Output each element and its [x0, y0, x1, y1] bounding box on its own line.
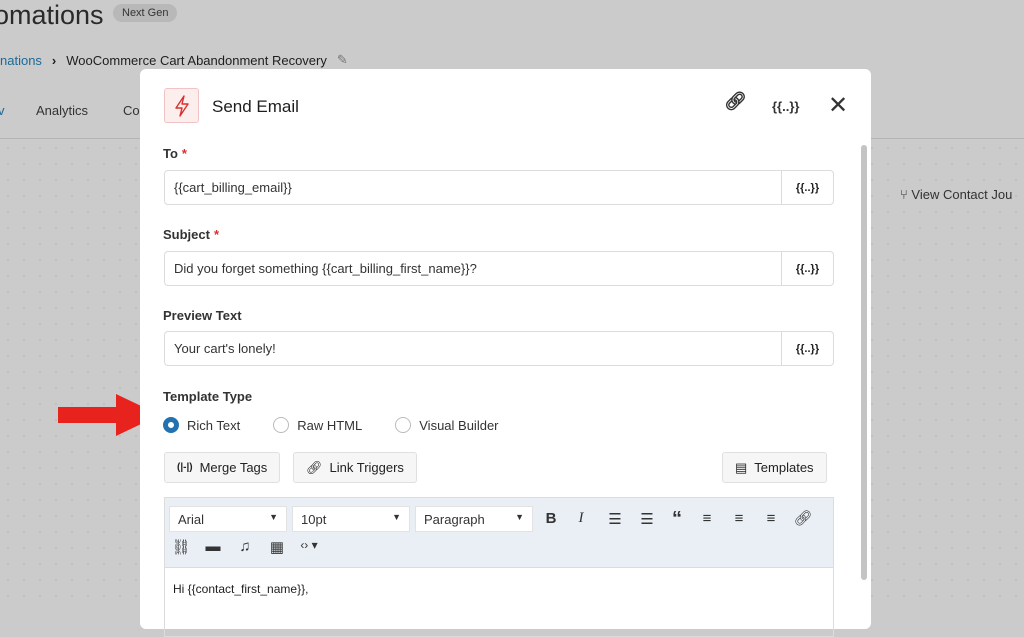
close-icon[interactable]: ✕ [828, 91, 848, 120]
templates-button[interactable]: ▤ Templates [722, 452, 827, 483]
modal-title: Send Email [212, 97, 299, 116]
branch-icon: ⑂ [900, 187, 912, 202]
preview-text-field[interactable]: Your cart's lonely! {{..}} [164, 331, 834, 366]
numbered-list-icon[interactable]: ☰ [637, 510, 657, 528]
merge-tags-icon[interactable]: {{..}} [772, 99, 799, 114]
template-icon: ▤ [735, 459, 748, 475]
to-label: To * [163, 146, 187, 161]
editor-toolbar: Arial ▼ 10pt ▼ Paragraph ▼ B I ☰ ☰ “ ≡ ≡ ≡ … [165, 498, 833, 568]
template-type-label: Template Type [163, 389, 253, 404]
tab-co[interactable]: Co [123, 103, 140, 118]
table-icon[interactable]: ▦ [267, 538, 287, 556]
to-field[interactable]: {{cart_billing_email}} {{..}} [164, 170, 834, 205]
code-icon[interactable]: ‹› ▾ [299, 538, 319, 552]
editor-content[interactable]: Hi {{contact_first_name}}, [165, 568, 833, 610]
tab-workflow[interactable]: v [0, 103, 5, 118]
preview-text-label: Preview Text [163, 308, 242, 323]
subject-label: Subject * [163, 227, 220, 242]
subject-value[interactable]: Did you forget something {{cart_billing_… [165, 261, 781, 276]
unlink-icon[interactable]: ⛓ [171, 538, 191, 556]
radio-raw-html[interactable]: Raw HTML [273, 417, 362, 433]
align-right-icon[interactable]: ≡ [761, 510, 781, 527]
radio-visual-builder[interactable]: Visual Builder [395, 417, 499, 433]
horizontal-rule-icon[interactable]: ▬ [203, 538, 223, 555]
radio-rich-text[interactable]: Rich Text [163, 417, 240, 433]
send-email-modal: Send Email 🔗︎ {{..}} ✕ To * {{cart_billin… [140, 69, 871, 637]
media-icon[interactable]: ♫ [235, 538, 255, 555]
page-title: omations [0, 0, 104, 30]
merge-tags-icon[interactable]: {{..}} [781, 252, 833, 285]
lightning-icon [164, 88, 199, 123]
breadcrumb-parent[interactable]: nations [0, 53, 42, 68]
to-value[interactable]: {{cart_billing_email}} [165, 180, 781, 195]
link-icon[interactable]: 🔗︎ [724, 91, 747, 112]
template-type-radios: Rich Text Raw HTML Visual Builder [163, 417, 532, 433]
tab-analytics[interactable]: Analytics [36, 103, 88, 118]
merge-icon: (|-|) [177, 462, 193, 473]
merge-tags-icon[interactable]: {{..}} [781, 332, 833, 365]
align-left-icon[interactable]: ≡ [697, 510, 717, 527]
italic-icon[interactable]: I [571, 510, 591, 527]
view-contact-journey-button[interactable]: ⑂ View Contact Jou [900, 187, 1012, 202]
subject-field[interactable]: Did you forget something {{cart_billing_… [164, 251, 834, 286]
blockquote-icon[interactable]: “ [667, 508, 687, 531]
preview-text-value[interactable]: Your cart's lonely! [165, 341, 781, 356]
breadcrumb-current: WooCommerce Cart Abandonment Recovery [66, 52, 327, 68]
rich-text-editor: Arial ▼ 10pt ▼ Paragraph ▼ B I ☰ ☰ “ ≡ ≡ ≡ … [164, 497, 834, 637]
insert-link-icon[interactable]: 🔗︎ [793, 509, 813, 527]
chevron-right-icon: › [51, 52, 57, 68]
link-triggers-button[interactable]: 🔗︎ Link Triggers [293, 452, 417, 483]
view-contact-label: View Contact Jou [911, 187, 1013, 202]
scrollbar[interactable] [861, 145, 867, 580]
font-select[interactable]: Arial ▼ [169, 506, 287, 532]
link-icon: 🔗︎ [306, 459, 323, 475]
align-center-icon[interactable]: ≡ [729, 510, 749, 527]
font-size-select[interactable]: 10pt ▼ [292, 506, 410, 532]
merge-tags-icon[interactable]: {{..}} [781, 171, 833, 204]
bold-icon[interactable]: B [541, 510, 561, 527]
merge-tags-button[interactable]: (|-|) Merge Tags [164, 452, 281, 483]
format-select[interactable]: Paragraph ▼ [415, 506, 533, 532]
pencil-icon[interactable]: ✎ [337, 52, 348, 68]
bullet-list-icon[interactable]: ☰ [605, 510, 625, 528]
next-gen-badge: Next Gen [113, 4, 178, 22]
breadcrumb: nations › WooCommerce Cart Abandonment R… [0, 52, 348, 68]
